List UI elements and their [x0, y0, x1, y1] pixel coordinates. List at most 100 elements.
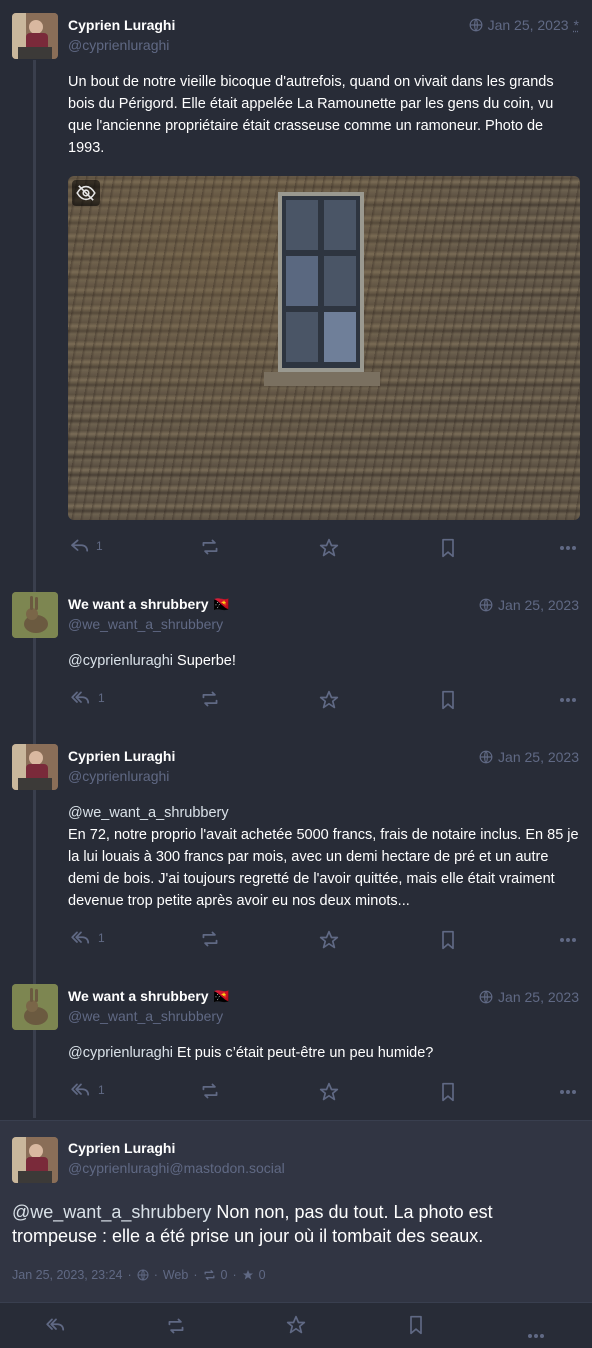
globe-icon [479, 598, 493, 612]
star-icon [319, 690, 339, 709]
reply-count: 1 [98, 1083, 105, 1097]
reply-count: 1 [98, 691, 105, 705]
post-content: Un bout de notre vieille bicoque d'autre… [68, 74, 554, 156]
image-sill [264, 372, 380, 386]
post-content: @we_want_a_shrubbery En 72, notre propri… [68, 802, 580, 912]
handle[interactable]: @we_want_a_shrubbery [68, 614, 230, 634]
reply-all-icon [71, 691, 90, 704]
bookmark-icon [442, 690, 454, 710]
more-button[interactable] [560, 938, 576, 942]
display-name[interactable]: We want a shrubbery 🇵🇬 [68, 594, 230, 614]
reply-all-icon [46, 1318, 65, 1331]
favourite-count[interactable]: 0 [259, 1268, 266, 1282]
boost-button[interactable] [166, 1317, 186, 1340]
reply-button[interactable]: 1 [70, 930, 105, 946]
display-name[interactable]: Cyprien Luraghi [68, 746, 175, 766]
edited-marker[interactable]: * [574, 17, 579, 33]
star-icon [286, 1315, 306, 1334]
date-text: Jan 25, 2023 [498, 989, 579, 1005]
more-button[interactable] [560, 698, 576, 702]
mention-link[interactable]: @cyprienluraghi [68, 653, 173, 669]
avatar[interactable] [12, 744, 58, 790]
author-block[interactable]: Cyprien Luraghi @cyprienluraghi@mastodon… [68, 1138, 285, 1178]
display-name[interactable]: We want a shrubbery 🇵🇬 [68, 986, 230, 1006]
post-date[interactable]: Jan 25, 2023 [479, 597, 579, 613]
globe-icon [137, 1269, 149, 1281]
focused-action-bar [0, 1302, 592, 1348]
boost-icon [202, 931, 218, 947]
boost-button[interactable] [200, 690, 220, 708]
favourite-button[interactable] [319, 930, 339, 950]
mention-link[interactable]: @cyprienluraghi [68, 1045, 173, 1061]
post-content: @cyprienluraghi Superbe! [68, 653, 236, 669]
star-icon [319, 538, 339, 557]
eye-slash-icon [76, 185, 96, 201]
avatar[interactable] [12, 13, 58, 59]
hide-media-button[interactable] [72, 180, 100, 206]
globe-icon [479, 990, 493, 1004]
bookmark-button[interactable] [408, 1315, 424, 1340]
bookmark-icon [442, 930, 454, 950]
reply-all-icon [71, 931, 90, 944]
more-icon [528, 1334, 544, 1338]
favourite-button[interactable] [319, 1082, 339, 1102]
bookmark-button[interactable] [440, 930, 456, 950]
star-icon [319, 1082, 339, 1101]
date-text: Jan 25, 2023 [498, 597, 579, 613]
reply-count: 1 [96, 539, 103, 553]
more-icon [560, 546, 576, 550]
boost-icon [204, 1270, 214, 1280]
boost-icon [202, 691, 218, 707]
bookmark-button[interactable] [440, 538, 456, 558]
thread-line [33, 60, 36, 1118]
mention-link[interactable]: @we_want_a_shrubbery [12, 1202, 211, 1222]
reply-button[interactable]: 1 [70, 1082, 105, 1098]
bookmark-button[interactable] [440, 690, 456, 710]
author-block[interactable]: We want a shrubbery 🇵🇬 @we_want_a_shrubb… [68, 986, 230, 1026]
mention-link[interactable]: @we_want_a_shrubbery [68, 802, 580, 824]
bookmark-icon [442, 1082, 454, 1102]
handle[interactable]: @cyprienluraghi [68, 35, 175, 55]
post-date[interactable]: Jan 25, 2023 [479, 989, 579, 1005]
favourite-button[interactable] [286, 1315, 306, 1340]
favourite-button[interactable] [319, 690, 339, 710]
post-date[interactable]: Jan 25, 2023 [479, 749, 579, 765]
post-meta: Jan 25, 2023, 23:24 · · Web · 0 · 0 [12, 1268, 266, 1282]
date-text: Jan 25, 2023 [498, 749, 579, 765]
boost-icon [168, 1318, 184, 1334]
timestamp[interactable]: Jan 25, 2023, 23:24 [12, 1268, 123, 1282]
reply-all-icon [71, 1083, 90, 1096]
flag-emoji: 🇵🇬 [212, 988, 230, 1004]
reply-button[interactable]: 1 [70, 690, 105, 706]
boost-button[interactable] [200, 930, 220, 948]
avatar[interactable] [12, 1137, 58, 1183]
display-name[interactable]: Cyprien Luraghi [68, 1138, 285, 1158]
handle[interactable]: @we_want_a_shrubbery [68, 1006, 230, 1026]
more-button[interactable] [560, 1090, 576, 1094]
display-name[interactable]: Cyprien Luraghi [68, 15, 175, 35]
boost-icon [202, 539, 218, 555]
avatar[interactable] [12, 592, 58, 638]
flag-emoji: 🇵🇬 [212, 596, 230, 612]
app-name: Web [162, 1268, 189, 1282]
post-date[interactable]: Jan 25, 2023 * [469, 17, 579, 33]
reply-button[interactable]: 1 [70, 538, 103, 554]
globe-icon [469, 18, 482, 32]
more-button[interactable] [560, 546, 576, 550]
reply-button[interactable] [45, 1317, 67, 1338]
handle[interactable]: @cyprienluraghi [68, 766, 175, 786]
boost-button[interactable] [200, 1082, 220, 1100]
more-icon [560, 938, 576, 942]
handle[interactable]: @cyprienluraghi@mastodon.social [68, 1158, 285, 1178]
boost-button[interactable] [200, 538, 220, 556]
favourite-button[interactable] [319, 538, 339, 558]
more-button[interactable] [528, 1325, 544, 1343]
avatar[interactable] [12, 984, 58, 1030]
bookmark-button[interactable] [440, 1082, 456, 1102]
boost-count[interactable]: 0 [221, 1268, 228, 1282]
post-image[interactable] [68, 176, 580, 520]
author-block[interactable]: Cyprien Luraghi @cyprienluraghi [68, 746, 175, 786]
author-block[interactable]: We want a shrubbery 🇵🇬 @we_want_a_shrubb… [68, 594, 230, 634]
author-block[interactable]: Cyprien Luraghi @cyprienluraghi [68, 15, 175, 55]
post-content: @we_want_a_shrubbery Non non, pas du tou… [12, 1202, 493, 1246]
